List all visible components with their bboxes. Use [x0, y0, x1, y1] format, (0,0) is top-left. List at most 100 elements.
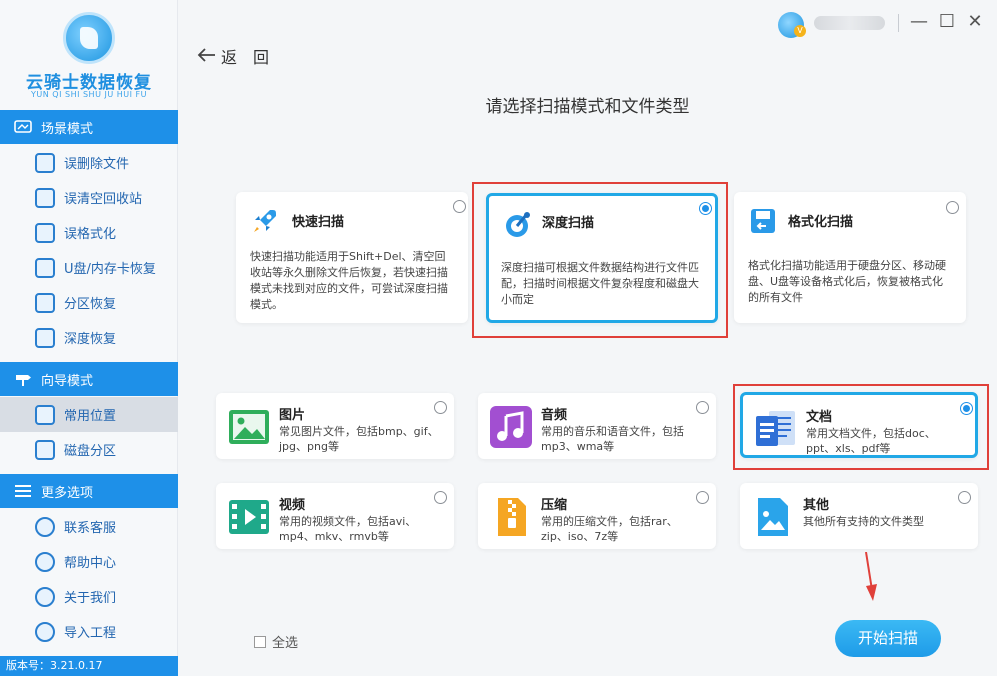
filetype-radio[interactable] — [696, 401, 709, 414]
sidebar-item-label: 常用位置 — [64, 409, 117, 424]
sidebar-item-help[interactable]: 帮助中心 — [0, 544, 178, 579]
close-button[interactable]: ✕ — [964, 10, 986, 34]
filetype-title: 音频 — [541, 408, 568, 423]
app-subtitle: YUN QI SHI SHU JU HUI FU — [31, 90, 147, 99]
section-wizard-mode: 向导模式 — [0, 362, 178, 396]
mode-title: 快速扫描 — [292, 215, 345, 230]
about-icon — [35, 586, 55, 607]
maximize-button[interactable]: ☐ — [936, 10, 958, 34]
section-scene-mode: 场景模式 — [0, 110, 178, 144]
filetype-card-video[interactable]: 视频 常用的视频文件，包括avi、mp4、mkv、rmvb等 — [216, 483, 454, 549]
filetype-description: 其他所有支持的文件类型 — [803, 515, 924, 528]
mode-title: 格式化扫描 — [788, 215, 854, 230]
section-label: 更多选项 — [41, 485, 94, 501]
rocket-icon — [250, 206, 280, 236]
app-logo: 云骑士数据恢复 YUN QI SHI SHU JU HUI FU — [0, 0, 178, 110]
filetype-title: 其他 — [803, 498, 830, 513]
filetype-title: 图片 — [279, 408, 306, 423]
sidebar-item-label: 关于我们 — [64, 591, 117, 606]
filetype-radio[interactable] — [434, 401, 447, 414]
filetype-description: 常见图片文件，包括bmp、gif、jpg、png等 — [279, 425, 439, 453]
signpost-icon — [14, 372, 32, 386]
sidebar-item-about[interactable]: 关于我们 — [0, 579, 178, 614]
sidebar-item-label: 磁盘分区 — [64, 444, 117, 459]
sidebar-item-deleted-files[interactable]: 误删除文件 — [0, 145, 178, 180]
select-all-label: 全选 — [272, 636, 299, 651]
scene-mode-icon — [14, 120, 32, 134]
arrow-left-icon — [197, 44, 217, 68]
sidebar-item-deep-recovery[interactable]: 深度恢复 — [0, 320, 178, 355]
filetype-card-image[interactable]: 图片 常见图片文件，包括bmp、gif、jpg、png等 — [216, 393, 454, 459]
section-label: 场景模式 — [41, 121, 94, 137]
mode-description: 格式化扫描功能适用于硬盘分区、移动硬盘、U盘等设备格式化后，恢复被格式化的所有文… — [748, 259, 946, 304]
filetype-description: 常用的音乐和语音文件，包括mp3、wma等 — [541, 425, 684, 453]
section-label: 向导模式 — [41, 373, 94, 389]
sidebar-item-partition[interactable]: 分区恢复 — [0, 285, 178, 320]
sidebar-item-label: 误格式化 — [64, 227, 117, 242]
knight-logo-icon — [63, 12, 115, 64]
filetype-card-other[interactable]: 其他 其他所有支持的文件类型 — [740, 483, 978, 549]
sidebar-item-recycle-bin[interactable]: 误清空回收站 — [0, 180, 178, 215]
page-title: 请选择扫描模式和文件类型 — [485, 97, 690, 117]
image-icon — [228, 406, 270, 448]
help-icon — [35, 551, 55, 572]
sidebar-item-label: 联系客服 — [64, 521, 117, 536]
sidebar-item-disk-partition[interactable]: 磁盘分区 — [0, 432, 178, 467]
sidebar-item-format[interactable]: 误格式化 — [0, 215, 178, 250]
highlight-frame-deep-scan — [472, 182, 728, 338]
audio-icon — [490, 406, 532, 448]
filetype-description: 常用的压缩文件，包括rar、zip、iso、7z等 — [541, 515, 678, 543]
filetype-card-audio[interactable]: 音频 常用的音乐和语音文件，包括mp3、wma等 — [478, 393, 716, 459]
disk-partition-icon — [35, 439, 55, 460]
sidebar-item-common-location[interactable]: 常用位置 — [0, 397, 178, 432]
sidebar-item-customer-service[interactable]: 联系客服 — [0, 509, 178, 544]
sidebar: 云骑士数据恢复 YUN QI SHI SHU JU HUI FU 场景模式 误删… — [0, 0, 178, 676]
mode-radio[interactable] — [946, 201, 959, 214]
partition-icon — [35, 292, 55, 313]
sidebar-item-label: 误清空回收站 — [64, 192, 143, 207]
version-label: 版本号：3.21.0.17 — [0, 656, 178, 676]
filetype-description: 常用的视频文件，包括avi、mp4、mkv、rmvb等 — [279, 515, 417, 543]
sidebar-item-label: 误删除文件 — [64, 157, 130, 172]
other-file-icon — [752, 496, 794, 538]
archive-icon — [490, 496, 532, 538]
section-more-options: 更多选项 — [0, 474, 178, 508]
import-project-icon — [35, 621, 55, 642]
start-scan-button[interactable]: 开始扫描 — [835, 620, 941, 657]
filetype-radio[interactable] — [696, 491, 709, 504]
sidebar-item-import-project[interactable]: 导入工程 — [0, 614, 178, 649]
filetype-radio[interactable] — [958, 491, 971, 504]
sidebar-item-label: 导入工程 — [64, 626, 117, 641]
pointer-arrow-icon — [862, 551, 880, 602]
sidebar-item-label: 帮助中心 — [64, 556, 117, 571]
deep-recovery-icon — [35, 327, 55, 348]
checkbox-box[interactable] — [254, 635, 266, 648]
mode-description: 快速扫描功能适用于Shift+Del、清空回收站等永久删除文件后恢复，若快速扫描… — [250, 250, 448, 311]
highlight-frame-document — [733, 384, 989, 470]
username[interactable] — [814, 16, 885, 30]
filetype-title: 压缩 — [541, 498, 568, 513]
select-all-checkbox[interactable]: 全选 — [254, 632, 298, 651]
mode-card-format-scan[interactable]: 格式化扫描 格式化扫描功能适用于硬盘分区、移动硬盘、U盘等设备格式化后，恢复被格… — [734, 192, 966, 323]
mode-card-quick-scan[interactable]: 快速扫描 快速扫描功能适用于Shift+Del、清空回收站等永久删除文件后恢复，… — [236, 192, 468, 323]
mode-radio[interactable] — [453, 200, 466, 213]
vip-badge-icon: V — [794, 25, 806, 37]
video-icon — [228, 496, 270, 538]
filetype-title: 视频 — [279, 498, 306, 513]
back-button[interactable]: 返 回 — [197, 44, 269, 68]
menu-icon — [14, 484, 32, 498]
sidebar-item-label: 深度恢复 — [64, 332, 117, 347]
filetype-card-archive[interactable]: 压缩 常用的压缩文件，包括rar、zip、iso、7z等 — [478, 483, 716, 549]
filetype-radio[interactable] — [434, 491, 447, 504]
deleted-file-icon — [35, 152, 55, 173]
usb-card-icon — [35, 257, 55, 278]
format-scan-icon — [748, 206, 778, 236]
customer-service-icon — [35, 516, 55, 537]
sidebar-item-label: U盘/内存卡恢复 — [64, 262, 156, 277]
sidebar-item-label: 分区恢复 — [64, 297, 117, 312]
sidebar-item-usb-card[interactable]: U盘/内存卡恢复 — [0, 250, 178, 285]
titlebar-divider — [898, 14, 899, 32]
back-label: 返 回 — [221, 48, 270, 67]
format-icon — [35, 222, 55, 243]
minimize-button[interactable]: — — [908, 10, 930, 34]
